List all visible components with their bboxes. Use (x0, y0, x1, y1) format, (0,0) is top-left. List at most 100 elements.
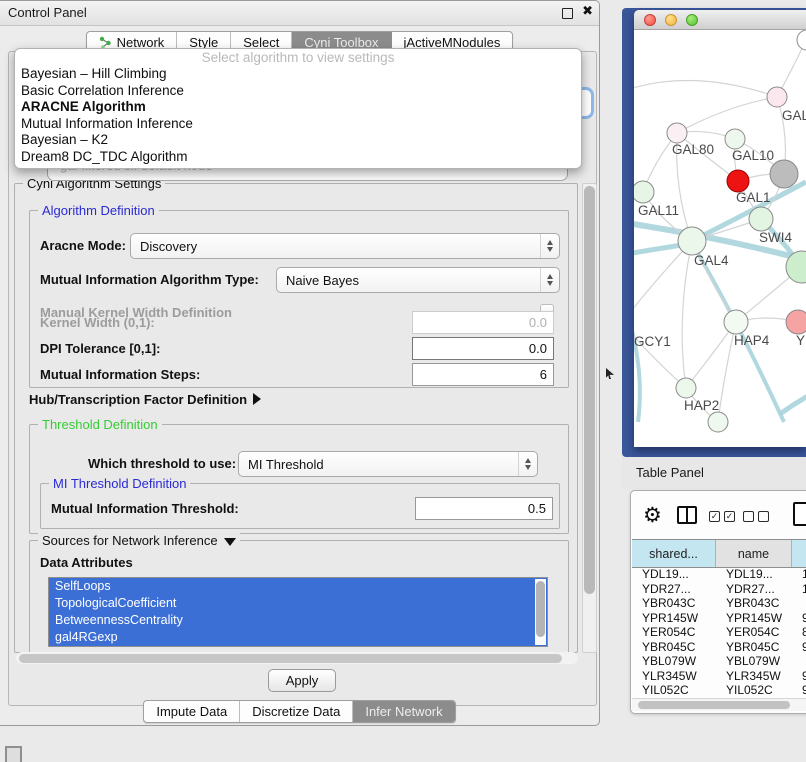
network-edge[interactable] (682, 241, 692, 388)
float-panel-icon[interactable] (562, 8, 573, 19)
settings-vertical-scrollbar[interactable] (582, 183, 597, 653)
network-node-hap4[interactable] (724, 310, 748, 334)
network-node-gal80[interactable] (667, 123, 687, 143)
algorithm-definition-legend: Algorithm Definition (38, 203, 159, 218)
hub-definition-toggle[interactable]: Hub/Transcription Factor Definition (29, 392, 261, 407)
network-node[interactable] (708, 412, 728, 432)
zoom-traffic-light-icon[interactable] (686, 14, 698, 26)
minimize-traffic-light-icon[interactable] (665, 14, 677, 26)
threshold-definition-legend: Threshold Definition (38, 417, 162, 432)
table-row[interactable]: YIL052CYIL052C9 (632, 683, 806, 697)
mi-threshold-field[interactable]: 0.5 (415, 497, 553, 520)
attribute-item-selfloops[interactable]: SelfLoops (49, 578, 547, 595)
checked-checkbox-icon[interactable]: ✓ (709, 511, 720, 522)
column-header-3[interactable] (792, 540, 806, 567)
list-scrollbar[interactable] (535, 579, 546, 645)
network-edge-thick[interactable] (634, 293, 640, 422)
close-traffic-light-icon[interactable] (644, 14, 656, 26)
network-node[interactable] (797, 30, 806, 50)
aracne-mode-combo[interactable]: Discovery (130, 233, 560, 259)
list-scrollbar-thumb[interactable] (536, 581, 545, 637)
table-cell: YBR043C (716, 596, 792, 611)
network-node-y[interactable] (786, 310, 806, 334)
network-edge[interactable] (677, 97, 777, 133)
table-cell: YER054C (716, 625, 792, 640)
mi-type-combo[interactable]: Naive Bayes (276, 267, 560, 293)
network-node-gal4[interactable] (678, 227, 706, 255)
mi-threshold-value: 0.5 (528, 501, 546, 516)
network-node[interactable] (770, 160, 798, 188)
table-row[interactable]: YBL079WYBL079W (632, 654, 806, 669)
dpi-tolerance-field[interactable]: 0.0 (412, 337, 554, 360)
attribute-item-topologicalcoefficient[interactable]: TopologicalCoefficient (49, 595, 547, 612)
network-node-hap2[interactable] (676, 378, 696, 398)
document-icon[interactable] (793, 502, 806, 526)
node-label-gal: GAL (782, 108, 806, 123)
which-threshold-value: MI Threshold (239, 457, 518, 472)
network-node-gal[interactable] (767, 87, 787, 107)
node-label-gal11: GAL11 (638, 203, 679, 218)
algorithm-option-bayesian-hill-climbing[interactable]: Bayesian – Hill Climbing (15, 66, 581, 83)
table-row[interactable]: YBR043CYBR043C (632, 596, 806, 611)
network-canvas[interactable]: GALGAL80GAL10GAL1GAL11SWI4GAL4GCY1HAP4YH… (634, 30, 806, 437)
settings-vscroll-thumb[interactable] (584, 186, 595, 594)
sources-legend-label: Sources for Network Inference (42, 533, 218, 548)
table-row[interactable]: YBR045CYBR045C9. (632, 640, 806, 655)
network-node-gal1[interactable] (727, 170, 749, 192)
table-row[interactable]: YLR345WYLR345W9. (632, 669, 806, 684)
table-cell: YDL19... (632, 567, 716, 582)
network-edge[interactable] (634, 81, 777, 97)
table-row[interactable]: YPR145WYPR145W9. (632, 611, 806, 626)
table-cell: 9. (792, 640, 806, 655)
table-cell: 9. (792, 611, 806, 626)
network-node-swi4[interactable] (749, 207, 773, 231)
control-panel-titlebar: Control Panel ✖ (0, 1, 599, 26)
close-icon[interactable]: ✖ (582, 3, 593, 19)
unchecked-checkbox-icon[interactable] (758, 511, 769, 522)
table-cell: YLR345W (716, 669, 792, 684)
algorithm-option-basic-correlation-inference[interactable]: Basic Correlation Inference (15, 83, 581, 100)
algorithm-option-dream8-dc-tdc-algorithm[interactable]: Dream8 DC_TDC Algorithm (15, 149, 581, 166)
network-edge-thick[interactable] (780, 396, 806, 414)
unchecked-checkbox-icon[interactable] (743, 511, 754, 522)
split-columns-icon[interactable] (677, 506, 697, 524)
sources-legend[interactable]: Sources for Network Inference (38, 533, 240, 548)
network-window-titlebar[interactable] (634, 10, 806, 30)
mi-threshold-group: MI Threshold Definition Mutual Informati… (40, 483, 560, 529)
table-cell: YPR145W (632, 611, 716, 626)
network-node-gal10[interactable] (725, 129, 745, 149)
mi-steps-field[interactable]: 6 (412, 363, 554, 386)
table-cell: YIL052C (716, 683, 792, 697)
attribute-item-betweennesscentrality[interactable]: BetweennessCentrality (49, 612, 547, 629)
table-row[interactable]: YDR27...YDR27...12 (632, 582, 806, 597)
bottom-tab-group: Impute DataDiscretize DataInfer Network (143, 700, 455, 723)
gear-icon[interactable]: ⚙ (643, 503, 662, 528)
network-node-gal11[interactable] (634, 181, 654, 203)
data-attributes-label: Data Attributes (40, 555, 133, 570)
checked-checkbox-icon[interactable]: ✓ (724, 511, 735, 522)
attribute-item-gal4rgexp[interactable]: gal4RGexp (49, 629, 547, 646)
dpi-tolerance-label: DPI Tolerance [0,1]: (40, 341, 160, 356)
algorithm-option-mutual-information-inference[interactable]: Mutual Information Inference (15, 116, 581, 133)
table-row[interactable]: YDL19...YDL19...13 (632, 567, 806, 582)
kernel-width-field[interactable]: 0.0 (412, 311, 554, 334)
network-edge[interactable] (634, 323, 686, 388)
tab-infer-network[interactable]: Infer Network (353, 701, 454, 722)
tab-discretize-data[interactable]: Discretize Data (240, 701, 353, 722)
algorithm-option-bayesian-k2[interactable]: Bayesian – K2 (15, 132, 581, 149)
column-header-name[interactable]: name (716, 540, 792, 567)
settings-horizontal-scrollbar[interactable] (16, 652, 578, 664)
table-hscroll-thumb[interactable] (638, 701, 790, 709)
restore-panel-icon[interactable] (5, 746, 22, 762)
aracne-mode-value: Discovery (131, 239, 540, 254)
table-horizontal-scrollbar[interactable] (632, 698, 806, 711)
mi-steps-value: 6 (540, 367, 547, 382)
control-panel-window: Control Panel ✖ NetworkStyleSelectCyni T… (0, 0, 600, 726)
apply-button[interactable]: Apply (268, 669, 336, 692)
settings-hscroll-thumb[interactable] (19, 654, 562, 663)
tab-impute-data[interactable]: Impute Data (144, 701, 240, 722)
which-threshold-combo[interactable]: MI Threshold (238, 451, 538, 477)
column-header-shared[interactable]: shared... (632, 540, 716, 567)
table-row[interactable]: YER054CYER054C8. (632, 625, 806, 640)
algorithm-option-aracne-algorithm[interactable]: ARACNE Algorithm (15, 99, 581, 116)
